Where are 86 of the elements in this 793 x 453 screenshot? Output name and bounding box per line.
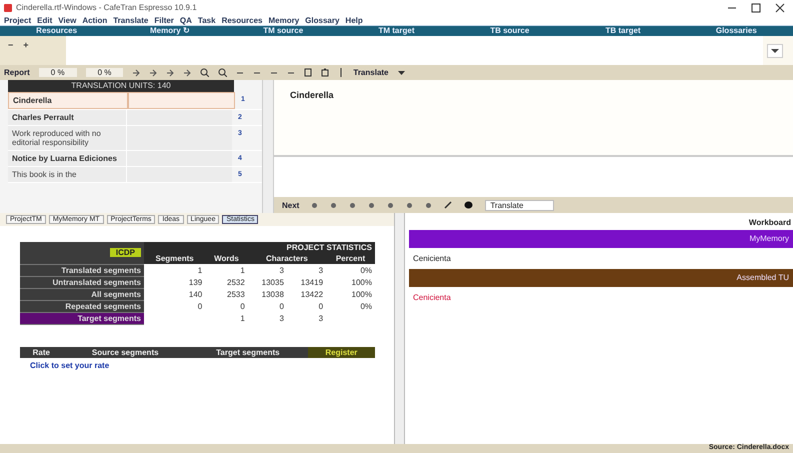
close-icon[interactable] [775,2,785,12]
translate-mode-button[interactable]: Translate [353,68,389,77]
menu-item[interactable]: Glossary [305,16,340,24]
row-label: Target segments [20,312,144,324]
input-field[interactable] [66,36,763,65]
arrow-icon[interactable] [132,68,140,76]
menu-item[interactable]: QA [180,16,192,24]
window-title: Cinderella.rtf-Windows - CafeTran Espresso 10.9.1 [16,3,197,12]
menu-item[interactable]: Translate [113,16,148,24]
resource-header[interactable]: Glossaries [680,26,793,36]
arrow-icon[interactable] [183,68,192,76]
column-header: Characters [248,253,326,264]
row-label: Untranslated segments [20,276,144,288]
report-button[interactable]: Report [4,68,30,77]
row-label: All segments [20,288,144,300]
column-header: Target segments [188,346,308,358]
next-button[interactable]: Next [282,200,300,210]
resource-header[interactable]: Memory ↻ [113,26,227,36]
format-icon[interactable] [425,202,432,208]
match-text[interactable]: Cenicienta [409,287,793,308]
format-icon[interactable] [368,202,376,208]
zoom-icon[interactable] [218,68,228,77]
format-icon[interactable] [349,202,356,208]
source-segment[interactable]: Work reproduced with no editorial responsibility [8,126,126,150]
clipboard-icon[interactable] [321,68,330,77]
resource-header[interactable]: TM target [340,26,454,36]
column-header: Source segments [62,346,188,358]
column-header: Percent [326,253,375,264]
column-header: Rate [20,346,63,358]
match-header: Assembled TU [409,269,793,287]
workboard-title: Workboard [748,217,792,229]
caret-icon[interactable] [398,69,405,76]
format-icon[interactable] [406,202,414,208]
row-label: Repeated segments [20,300,144,312]
label-badge: ICDP [110,248,141,258]
zoom-control[interactable]: + [23,40,29,50]
table-cell: 1 [205,264,248,276]
arrow-icon[interactable] [166,68,174,76]
pencil-icon[interactable] [444,201,452,209]
resource-header[interactable]: TB source [453,26,566,36]
column-header: Register [308,346,375,358]
menu-item[interactable]: Help [345,16,363,24]
menu-item[interactable]: Action [82,16,108,24]
statistics-title: PROJECT STATISTICS [144,242,375,253]
format-icon[interactable] [330,202,338,208]
menu-item[interactable]: View [58,16,76,24]
source-segment[interactable]: Cinderella [8,92,128,109]
column-header: Segments [144,253,206,264]
maximize-icon[interactable] [751,2,761,12]
match-text[interactable]: Cenicienta [409,248,793,269]
dropdown-icon[interactable] [767,44,783,58]
mode-dropdown[interactable]: Translate [485,200,554,210]
source-segment[interactable]: Charles Perrault [8,110,126,125]
zoom-control[interactable]: − [8,40,14,50]
set-rate-link[interactable]: Click to set your rate [30,360,110,370]
zoom-icon[interactable] [200,68,210,77]
scrollbar[interactable] [262,80,274,213]
scrollbar[interactable] [394,213,405,444]
menu-item[interactable]: Resources [222,16,262,24]
menu-item[interactable]: Filter [154,16,174,24]
menu-item[interactable]: Memory [268,16,300,24]
progress-field: 0 % [38,68,77,77]
app-icon [4,4,12,12]
source-segment[interactable]: Notice by Luarna Ediciones [8,151,126,166]
resource-header[interactable]: TM source [226,26,340,36]
table-cell: 0% [326,264,375,276]
copy-icon[interactable] [304,68,312,77]
source-segment[interactable]: This book is in the [8,167,126,182]
resource-header[interactable]: Resources [0,26,114,36]
table-cell: 1 [144,264,206,276]
resource-header[interactable]: TB target [566,26,680,36]
format-icon[interactable] [311,202,318,208]
grid-title: TRANSLATION UNITS: 140 [8,80,234,92]
source-text: Cinderella [290,90,334,100]
comment-icon[interactable] [464,201,474,209]
match-header: MyMemory [409,230,793,248]
menu-item[interactable]: Edit [37,16,52,24]
format-icon[interactable] [387,202,394,208]
progress-field: 0 % [86,68,124,77]
menu-item[interactable]: Task [198,16,216,24]
table-cell: 3 [248,264,287,276]
column-header: Words [205,253,248,264]
arrow-icon[interactable] [149,68,158,76]
menu-item[interactable]: Project [4,16,32,24]
row-label: Translated segments [20,264,144,276]
table-cell: 3 [286,264,326,276]
